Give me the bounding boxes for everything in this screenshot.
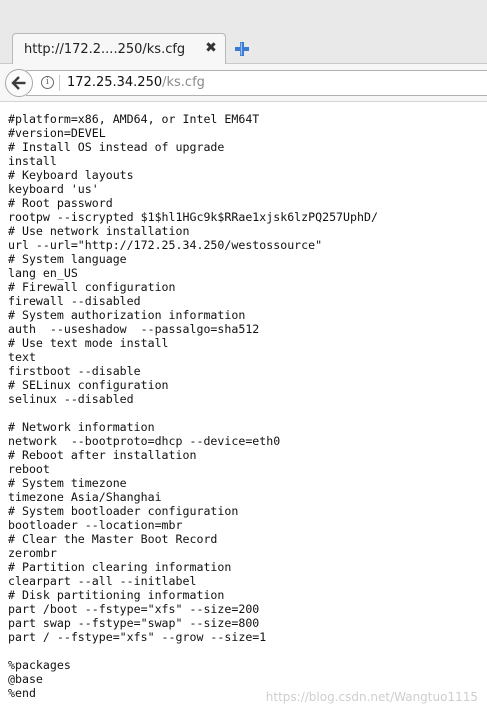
watermark: https://blog.csdn.net/Wangtuo1115 xyxy=(265,690,478,704)
url-separator xyxy=(59,75,60,91)
url-field[interactable]: i 172.25.34.250/ks.cfg xyxy=(26,70,487,96)
back-arrow-icon xyxy=(11,76,26,90)
navigation-bar: i 172.25.34.250/ks.cfg xyxy=(0,64,487,102)
plus-icon[interactable] xyxy=(234,41,250,57)
file-content: #platform=x86, AMD64, or Intel EM64T #ve… xyxy=(8,112,378,700)
back-button[interactable] xyxy=(5,69,33,97)
tab-strip: http://172.2....250/ks.cfg ✖ xyxy=(0,0,487,64)
close-icon[interactable]: ✖ xyxy=(204,40,218,56)
active-tab[interactable]: http://172.2....250/ks.cfg ✖ xyxy=(12,33,226,64)
url-text[interactable]: 172.25.34.250/ks.cfg xyxy=(67,75,205,90)
url-host: 172.25.34.250 xyxy=(67,75,163,90)
url-path: /ks.cfg xyxy=(162,75,205,90)
info-icon[interactable]: i xyxy=(41,76,54,89)
tab-title: http://172.2....250/ks.cfg xyxy=(24,42,186,57)
